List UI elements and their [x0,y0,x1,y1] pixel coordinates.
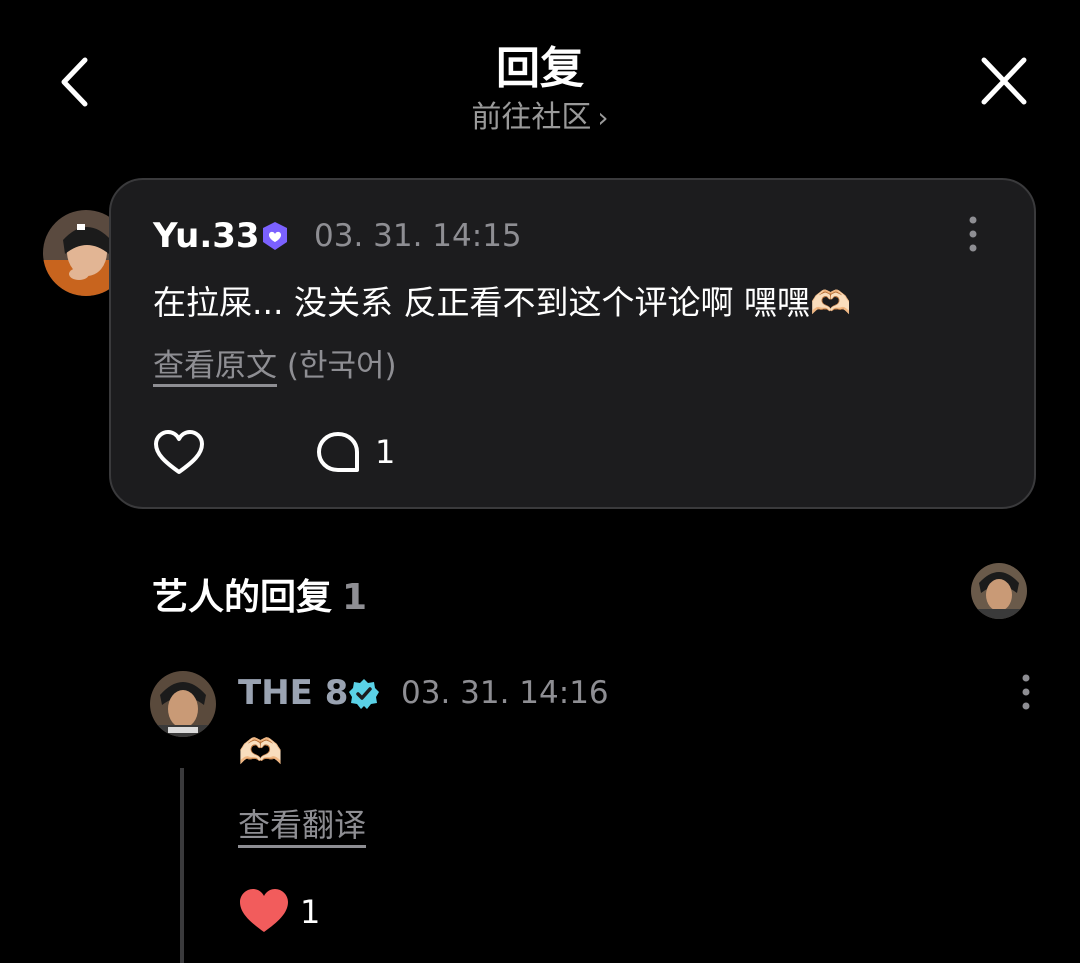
heart-hands-emoji: 🫶🏻 [238,732,283,773]
heart-filled-icon[interactable] [238,888,290,934]
view-original-row: 查看原文 (한국어) [153,340,397,385]
comment-text: 在拉屎... 没关系 反正看不到这个评论啊 嘿嘿🫶🏻 [153,283,852,322]
chevron-right-icon: › [597,101,609,134]
go-to-community-link[interactable]: 前往社区 › [0,92,1080,136]
more-options-icon[interactable] [1016,672,1036,712]
comment-bubble-icon[interactable] [315,430,361,476]
close-icon [981,57,1027,105]
comment-card: Yu.33 03. 31. 14:15 在拉屎... 没关系 反正看不到这个评论… [109,178,1036,509]
verified-badge-icon [349,679,379,709]
view-translation-link[interactable]: 查看翻译 [238,800,366,846]
header: 回复 前往社区 › [0,0,1080,150]
view-original-link[interactable]: 查看原文 [153,348,277,384]
artist-replies-count: 1 [342,577,368,618]
thread-line [180,768,184,963]
comment-timestamp: 03. 31. 14:15 [314,218,522,254]
reply-like-count: 1 [300,893,321,931]
go-to-community-label: 前往社区 [471,100,592,135]
more-options-icon[interactable] [963,214,983,254]
artist-replies-title: 艺人的回复 1 [152,568,367,620]
commenter-username[interactable]: Yu.33 [153,216,260,256]
artist-small-avatar[interactable] [971,563,1027,619]
reply-avatar[interactable] [150,671,216,737]
verified-badge-icon [263,222,287,250]
close-button[interactable] [972,52,1036,112]
reply-username[interactable]: THE 8 [238,673,348,713]
heart-outline-icon[interactable] [153,430,205,476]
page-title: 回复 [496,43,584,94]
artist-replies-label: 艺人的回复 [152,577,333,618]
original-language: (한국어) [286,348,397,384]
reply-count: 1 [375,433,396,471]
reply-timestamp: 03. 31. 14:16 [401,675,609,711]
